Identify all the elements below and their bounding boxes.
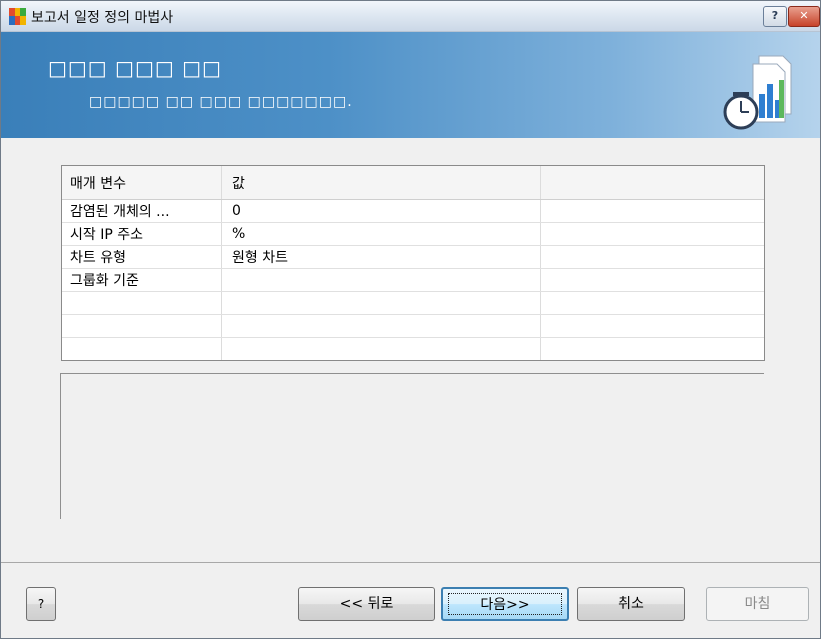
help-button[interactable]: ? — [26, 587, 56, 621]
value-cell[interactable]: % — [222, 223, 541, 245]
cancel-button[interactable]: 취소 — [577, 587, 685, 621]
param-cell: 그룹화 기준 — [62, 269, 222, 291]
back-button[interactable]: << 뒤로 — [298, 587, 435, 621]
column-header-empty — [541, 166, 764, 199]
value-cell[interactable] — [222, 269, 541, 291]
table-row[interactable]: 차트 유형 원형 차트 — [62, 246, 764, 269]
empty-row — [62, 315, 764, 338]
next-button-label: 다음>> — [448, 593, 562, 615]
param-cell: 시작 IP 주소 — [62, 223, 222, 245]
column-header-parameter[interactable]: 매개 변수 — [62, 166, 222, 199]
param-cell: 차트 유형 — [62, 246, 222, 268]
empty-row — [62, 338, 764, 360]
wizard-step-subtitle: □□□□□ □□ □□□ □□□□□□□. — [89, 94, 353, 110]
wizard-window: 보고서 일정 정의 마법사 ? ✕ □□□ □□□ □□ □□□□□ □□ □□… — [0, 0, 821, 639]
parameter-grid[interactable]: 매개 변수 값 감염된 개체의 ... 0 시작 IP 주소 % 차트 유형 원… — [61, 165, 765, 361]
footer-divider — [1, 562, 820, 563]
param-cell: 감염된 개체의 ... — [62, 200, 222, 222]
table-row[interactable]: 그룹화 기준 — [62, 269, 764, 292]
window-title: 보고서 일정 정의 마법사 — [31, 10, 174, 26]
grid-header: 매개 변수 값 — [62, 166, 764, 200]
empty-row — [62, 292, 764, 315]
description-panel — [60, 373, 764, 519]
title-help-button[interactable]: ? — [763, 6, 787, 27]
finish-button[interactable]: 마침 — [706, 587, 809, 621]
column-header-value[interactable]: 값 — [222, 166, 541, 199]
wizard-header-banner: □□□ □□□ □□ □□□□□ □□ □□□ □□□□□□□. — [1, 32, 820, 138]
wizard-step-title: □□□ □□□ □□ — [48, 56, 222, 80]
table-row[interactable]: 감염된 개체의 ... 0 — [62, 200, 764, 223]
table-row[interactable]: 시작 IP 주소 % — [62, 223, 764, 246]
value-cell[interactable]: 0 — [222, 200, 541, 222]
next-button[interactable]: 다음>> — [441, 587, 569, 621]
value-cell[interactable]: 원형 차트 — [222, 246, 541, 268]
title-bar[interactable]: 보고서 일정 정의 마법사 ? ✕ — [1, 1, 820, 32]
close-button[interactable]: ✕ — [788, 6, 820, 27]
report-schedule-icon — [723, 55, 792, 130]
avg-logo-icon — [9, 8, 26, 25]
